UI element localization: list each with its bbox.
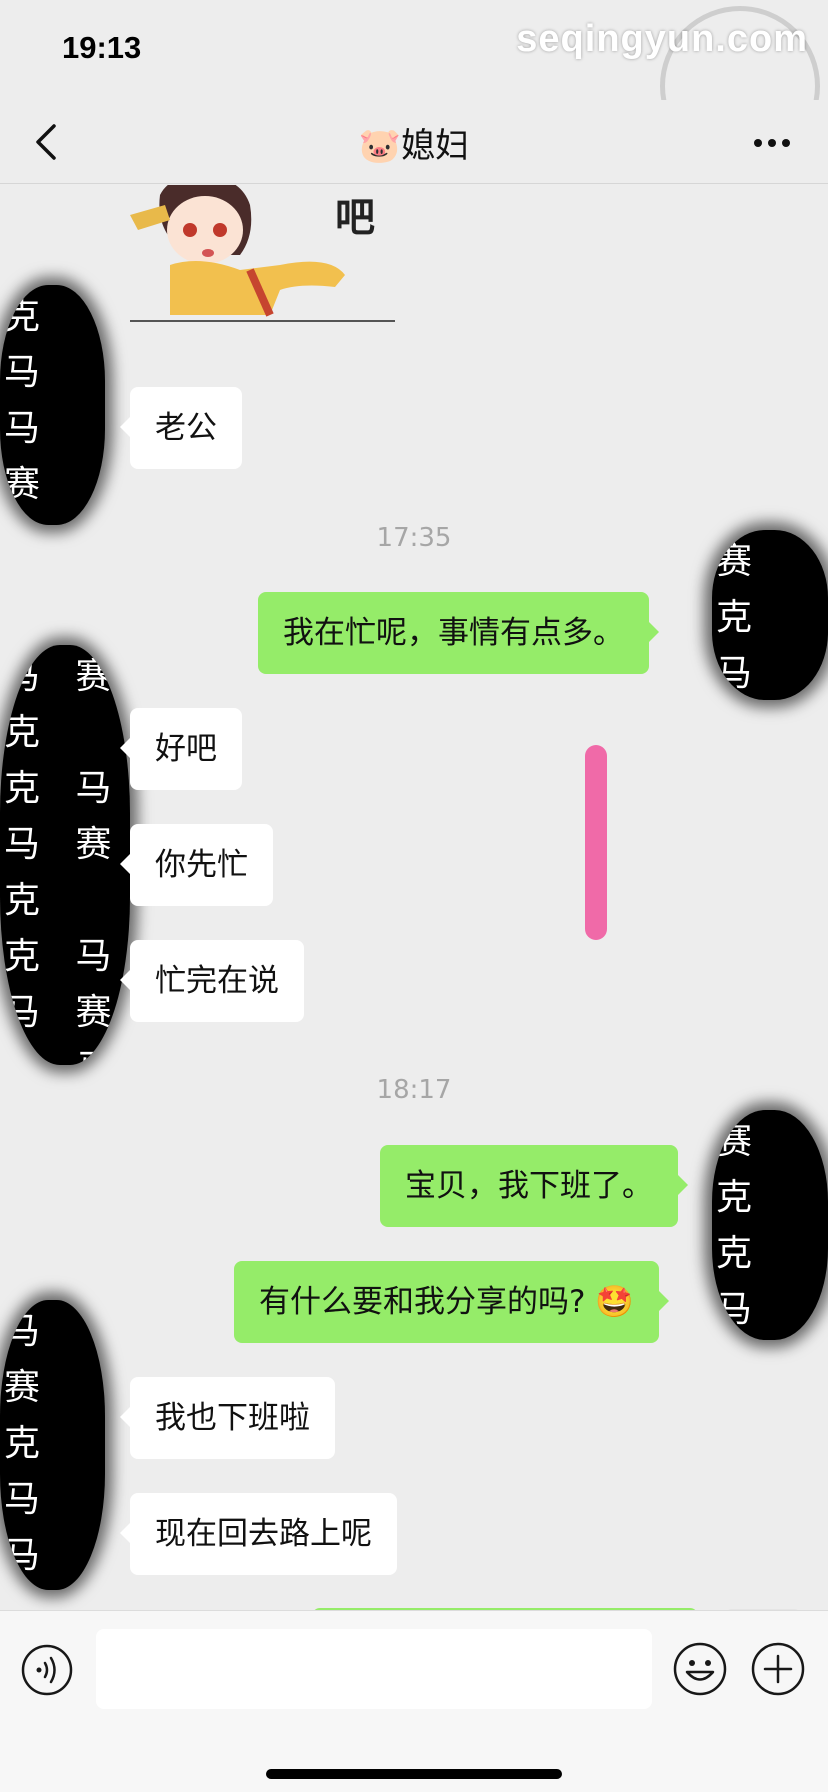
input-bar [0,1610,828,1792]
watermark-text: seqingyun.com [516,18,808,60]
emoji: 🤩 [595,1284,634,1320]
mosaic-overlay: 马 赛 克 马 马 赛 克 马 马 赛 [4,1311,53,1576]
timestamp: 18:17 [376,1075,452,1105]
message-bubble-incoming[interactable]: 你先忙 [120,824,273,906]
mosaic-overlay: 克 马 马 赛 克 马 马 赛 [4,296,53,525]
message-bubble-outgoing[interactable]: 我在忙呢，事情有点多。 [258,592,659,674]
chat-header: 🐷媳妇 [0,100,828,184]
message-bubble-incoming[interactable]: 好吧 [120,708,242,790]
smiley-icon[interactable] [672,1641,728,1697]
message-bubble-incoming[interactable]: 我也下班啦 [120,1377,335,1459]
home-indicator[interactable] [266,1769,562,1779]
ellipsis-icon[interactable] [750,128,794,158]
status-time: 19:13 [62,30,142,65]
message-bubble-incoming[interactable]: 老公 [120,387,242,469]
message-text: 有什么要和我分享的吗? [259,1284,586,1320]
voice-icon[interactable] [20,1643,74,1697]
message-bubble-incoming[interactable]: 忙完在说 [120,940,304,1022]
mosaic-overlay: 赛 克 克 马 赛 克 [716,1121,765,1330]
avatar[interactable]: 马 赛 克 克 马 马 赛 克 克 马 马 赛 克 马 马 赛 [0,645,130,1065]
message-input[interactable] [96,1629,652,1709]
sticker-image[interactable]: 吧 [130,185,395,335]
chat-title: 🐷媳妇 [358,126,470,166]
avatar[interactable]: 赛 克 克 马 赛 克 [712,1110,828,1340]
sticker-caption: 吧 [335,195,375,241]
avatar[interactable]: 克 马 马 赛 克 马 马 赛 [0,285,105,525]
timestamp: 17:35 [376,523,452,553]
message-list[interactable]: 吧 克 马 马 赛 克 马 马 赛 老公 17:35 赛 克 马 赛 克 我在忙… [0,185,828,1610]
avatar[interactable]: 马 赛 克 马 马 赛 克 马 马 赛 [0,1300,105,1590]
message-bubble-incoming[interactable]: 现在回去路上呢 [120,1493,397,1575]
mosaic-overlay: 赛 克 马 赛 克 [716,541,765,694]
avatar[interactable]: 赛 克 马 赛 克 [712,530,828,700]
message-bubble-outgoing[interactable]: 有什么要和我分享的吗? 🤩 [234,1261,669,1343]
message-bubble-outgoing[interactable]: 宝贝，我下班了。 [380,1145,688,1227]
plus-circle-icon[interactable] [750,1641,806,1697]
status-bar: 19:13 seqingyun.com [0,0,828,166]
annotation-mark [585,745,607,940]
mosaic-overlay: 马 赛 克 克 马 马 赛 克 克 马 马 赛 克 马 马 赛 [4,656,124,1065]
